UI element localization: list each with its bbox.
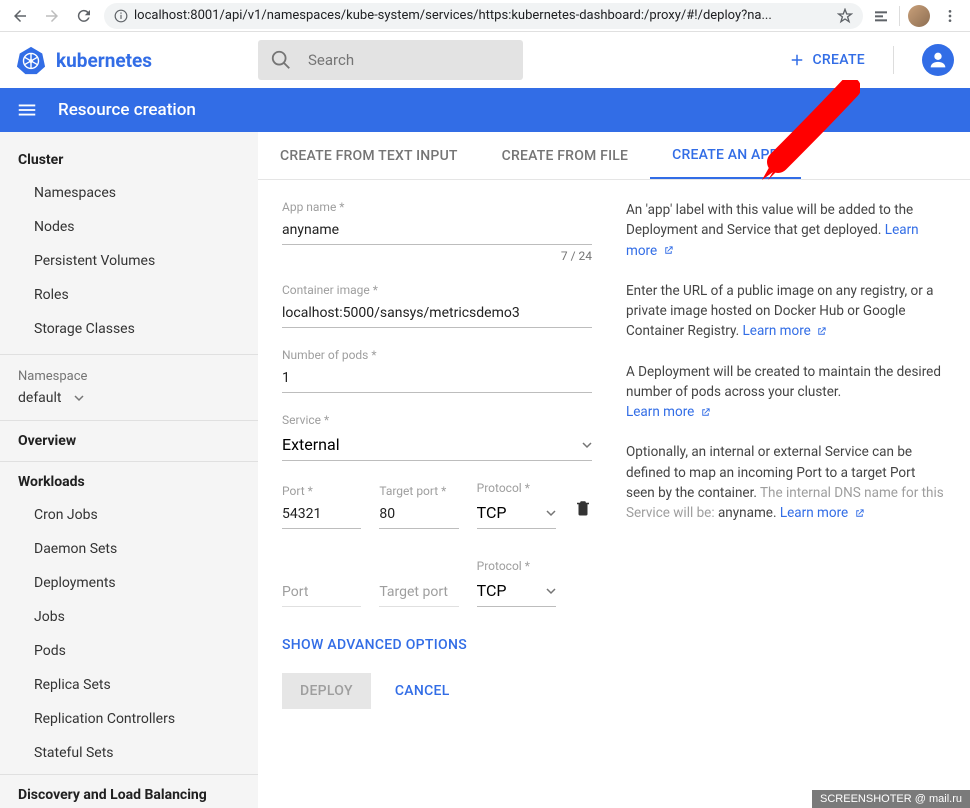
- target-port-label: Target port *: [379, 484, 458, 498]
- page-title: Resource creation: [58, 100, 196, 120]
- external-link-icon: [663, 245, 674, 256]
- sidebar-item-pv[interactable]: Persistent Volumes: [0, 244, 258, 278]
- app-name-counter: 7 / 24: [282, 249, 592, 263]
- sidebar-heading-discovery[interactable]: Discovery and Load Balancing: [0, 779, 258, 808]
- help-panel: An 'app' label with this value will be a…: [626, 200, 946, 709]
- main-content: CREATE FROM TEXT INPUT CREATE FROM FILE …: [258, 132, 970, 808]
- sidebar-item-replicasets[interactable]: Replica Sets: [0, 668, 258, 702]
- protocol2-label: Protocol *: [477, 559, 556, 573]
- port2-input[interactable]: [282, 580, 361, 607]
- namespace-label: Namespace: [0, 359, 258, 386]
- search-icon: [270, 49, 292, 71]
- tab-text-input[interactable]: CREATE FROM TEXT INPUT: [258, 132, 480, 179]
- trash-icon: [574, 499, 592, 517]
- create-button[interactable]: CREATE: [788, 51, 865, 69]
- protocol-select[interactable]: TCP: [477, 499, 556, 529]
- info-icon: [114, 9, 128, 23]
- search-input[interactable]: [308, 51, 511, 69]
- app-header: kubernetes CREATE: [0, 32, 970, 88]
- pods-input[interactable]: [282, 366, 592, 393]
- tab-from-file[interactable]: CREATE FROM FILE: [480, 132, 650, 179]
- form: App name * 7 / 24 Container image * Numb…: [282, 200, 592, 709]
- sidebar-heading-cluster[interactable]: Cluster: [0, 144, 258, 176]
- learn-more-link[interactable]: Learn more: [743, 323, 828, 339]
- protocol-label: Protocol *: [477, 481, 556, 495]
- image-label: Container image *: [282, 283, 592, 297]
- star-icon[interactable]: [837, 8, 853, 24]
- sidebar-item-namespaces[interactable]: Namespaces: [0, 176, 258, 210]
- plus-icon: [788, 51, 806, 69]
- app-name-label: App name *: [282, 200, 592, 214]
- sidebar-item-storage[interactable]: Storage Classes: [0, 312, 258, 346]
- sidebar-item-pods[interactable]: Pods: [0, 634, 258, 668]
- address-bar[interactable]: localhost:8001/api/v1/namespaces/kube-sy…: [104, 3, 863, 29]
- show-advanced-link[interactable]: SHOW ADVANCED OPTIONS: [282, 637, 592, 653]
- sidebar-item-rc[interactable]: Replication Controllers: [0, 702, 258, 736]
- pods-label: Number of pods *: [282, 348, 592, 362]
- cancel-button[interactable]: CANCEL: [395, 683, 450, 699]
- extension-icon[interactable]: [871, 6, 891, 26]
- service-label: Service *: [282, 413, 592, 427]
- external-link-icon: [700, 407, 711, 418]
- deploy-button[interactable]: DEPLOY: [282, 673, 371, 709]
- sidebar-item-statefulsets[interactable]: Stateful Sets: [0, 736, 258, 770]
- port-label: Port *: [282, 484, 361, 498]
- tab-create-app[interactable]: CREATE AN APP: [650, 132, 801, 179]
- app-name-input[interactable]: [282, 218, 592, 245]
- sidebar-item-deployments[interactable]: Deployments: [0, 566, 258, 600]
- external-link-icon: [854, 508, 865, 519]
- tabs: CREATE FROM TEXT INPUT CREATE FROM FILE …: [258, 132, 970, 180]
- learn-more-link[interactable]: Learn more: [626, 404, 711, 420]
- browser-toolbar: localhost:8001/api/v1/namespaces/kube-sy…: [0, 0, 970, 32]
- target-port2-input[interactable]: [379, 580, 458, 607]
- url-text: localhost:8001/api/v1/namespaces/kube-sy…: [134, 8, 831, 23]
- search-box[interactable]: [258, 40, 523, 80]
- logo[interactable]: kubernetes: [16, 45, 246, 75]
- chevron-down-icon: [74, 393, 84, 403]
- protocol2-select[interactable]: TCP: [477, 577, 556, 607]
- learn-more-link[interactable]: Learn more: [780, 505, 865, 521]
- page-bar: Resource creation: [0, 88, 970, 132]
- image-input[interactable]: [282, 301, 592, 328]
- service-select[interactable]: External: [282, 431, 592, 461]
- back-button[interactable]: [8, 4, 32, 28]
- profile-avatar[interactable]: [908, 5, 930, 27]
- user-icon: [927, 49, 949, 71]
- sidebar: Cluster Namespaces Nodes Persistent Volu…: [0, 132, 258, 808]
- sidebar-heading-workloads[interactable]: Workloads: [0, 466, 258, 498]
- reload-button[interactable]: [72, 4, 96, 28]
- sidebar-item-roles[interactable]: Roles: [0, 278, 258, 312]
- menu-toggle[interactable]: [16, 99, 38, 121]
- user-menu[interactable]: [922, 44, 954, 76]
- forward-button[interactable]: [40, 4, 64, 28]
- sidebar-item-daemonsets[interactable]: Daemon Sets: [0, 532, 258, 566]
- browser-menu-button[interactable]: [938, 4, 962, 28]
- chevron-down-icon: [582, 440, 592, 450]
- delete-port-button[interactable]: [574, 499, 592, 529]
- target-port-input[interactable]: [379, 502, 458, 529]
- port-input[interactable]: [282, 502, 361, 529]
- chevron-down-icon: [546, 508, 556, 518]
- watermark: SCREENSHOTER @ mail.ru: [812, 790, 970, 808]
- kubernetes-icon: [16, 45, 46, 75]
- namespace-select[interactable]: default: [0, 386, 258, 416]
- brand-text: kubernetes: [56, 49, 152, 72]
- sidebar-item-cronjobs[interactable]: Cron Jobs: [0, 498, 258, 532]
- external-link-icon: [816, 326, 827, 337]
- chevron-down-icon: [546, 586, 556, 596]
- hamburger-icon: [16, 99, 38, 121]
- divider: [893, 46, 894, 74]
- sidebar-item-nodes[interactable]: Nodes: [0, 210, 258, 244]
- sidebar-heading-overview[interactable]: Overview: [0, 425, 258, 457]
- sidebar-item-jobs[interactable]: Jobs: [0, 600, 258, 634]
